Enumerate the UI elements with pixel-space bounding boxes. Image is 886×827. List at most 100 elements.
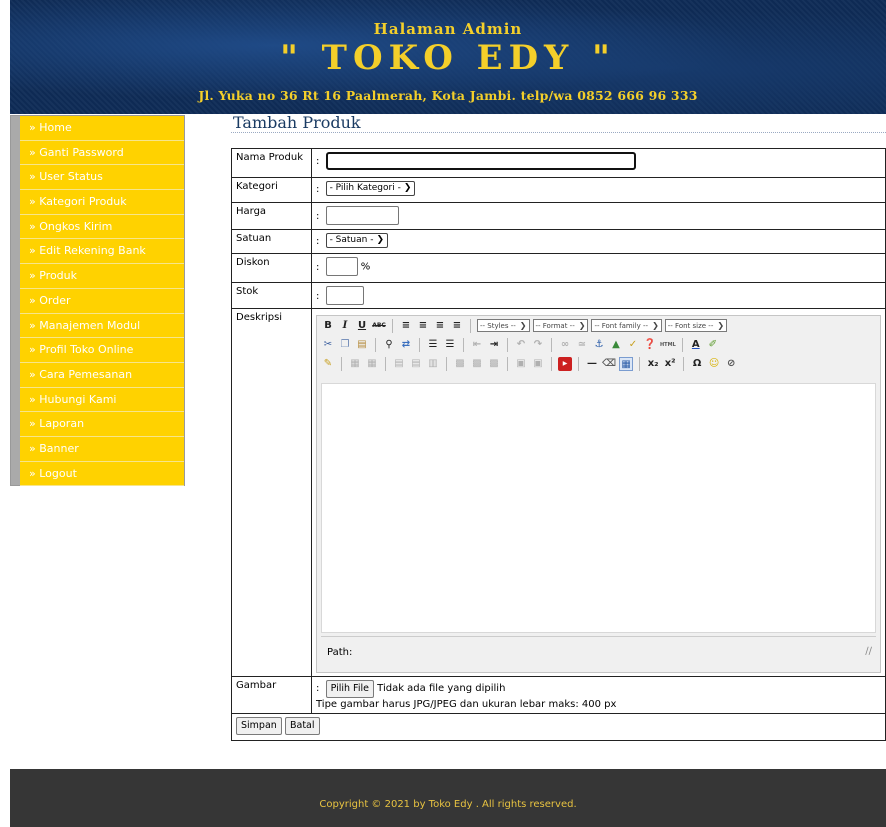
background-color-icon[interactable]: ✐ [706,338,720,352]
editor-text-area[interactable] [321,383,876,633]
file-status: Tidak ada file yang dipilih [377,683,506,694]
subscript-icon[interactable]: x₂ [646,357,660,371]
delete-row-icon[interactable]: ▤ [409,357,423,371]
unlink-icon[interactable]: ≃ [575,338,589,352]
toolbar-separator [683,356,685,371]
template-icon[interactable]: ▣ [531,357,545,371]
sidebar-item-ganti-password[interactable]: » Ganti Password [20,140,184,166]
delete-table-icon[interactable]: ▩ [487,357,501,371]
outdent-icon[interactable]: ⇤ [470,338,484,352]
font-family-dropdown[interactable]: -- Font family -- ❯ [591,319,662,332]
cut-icon[interactable]: ✂ [321,338,335,352]
sidebar-item-manajemen-modul[interactable]: » Manajemen Modul [20,313,184,339]
chevron-down-icon: ❯ [519,321,527,330]
link-icon[interactable]: ∞ [558,338,572,352]
font-size-dropdown-label: -- Font size -- [667,322,714,330]
bullet-list-icon[interactable]: ☰ [426,338,440,352]
toolbar-separator [470,318,471,333]
html-icon[interactable]: HTML [660,338,676,352]
align-right-icon[interactable]: ≡ [433,319,447,333]
sidebar-item-ongkos-kirim[interactable]: » Ongkos Kirim [20,214,184,240]
font-size-dropdown[interactable]: -- Font size -- ❯ [664,319,728,332]
find-icon[interactable]: ⚲ [382,338,396,352]
colon: : [316,156,320,167]
sidebar-item-hubungi-kami[interactable]: » Hubungi Kami [20,387,184,413]
toolbar-separator [551,337,552,352]
text-color-icon[interactable]: A [689,338,703,352]
align-left-icon[interactable]: ≡ [399,319,413,333]
format-dropdown[interactable]: -- Format -- ❯ [532,319,589,332]
sidebar-item-cara-pemesanan[interactable]: » Cara Pemesanan [20,362,184,388]
help-icon[interactable]: ❓ [643,338,657,352]
table-props-icon[interactable]: ▦ [365,357,379,371]
kategori-selected-value: - Pilih Kategori - [329,183,401,193]
header-title: " TOKO EDY " [280,38,616,78]
undo-icon[interactable]: ↶ [514,338,528,352]
header-subtitle: Halaman Admin [373,20,523,38]
nama-produk-input[interactable] [325,152,636,170]
cancel-button[interactable]: Batal [284,717,320,735]
gambar-label: Gambar [231,676,312,714]
diskon-label: Diskon [231,253,312,283]
align-justify-icon[interactable]: ≡ [450,319,464,333]
sidebar-item-order[interactable]: » Order [20,288,184,314]
header-address: Jl. Yuka no 36 Rt 16 Paalmerah, Kota Jam… [198,88,698,103]
flash-icon[interactable]: ⊘ [724,357,738,371]
sidebar-item-edit-rekening-bank[interactable]: » Edit Rekening Bank [20,239,184,265]
sidebar-item-produk[interactable]: » Produk [20,264,184,289]
diskon-input[interactable] [325,257,358,276]
visual-aid-icon[interactable]: ▦ [619,356,634,371]
sidebar-item-user-status[interactable]: » User Status [20,165,184,191]
sidebar-item-laporan[interactable]: » Laporan [20,412,184,437]
superscript-icon[interactable]: x² [663,357,677,371]
insert-row-icon[interactable]: ▤ [392,357,406,371]
strikethrough-button[interactable]: ABC [372,319,386,333]
colon: : [316,261,320,273]
toolbar-separator [392,318,393,333]
site-footer: Copyright © 2021 by Toko Edy . All right… [10,769,886,827]
styles-dropdown-label: -- Styles -- [480,322,516,330]
sidebar-item-logout[interactable]: » Logout [20,461,184,487]
replace-icon[interactable]: ⇄ [399,338,413,352]
horizontal-rule-icon[interactable]: — [585,357,599,371]
emoticon-icon[interactable]: ☺ [707,357,721,371]
bold-button[interactable]: B [321,319,335,333]
anchor-icon[interactable]: ⚓ [592,338,606,352]
indent-icon[interactable]: ⇥ [487,338,501,352]
choose-file-button[interactable]: Pilih File [325,680,374,698]
sidebar-item-banner[interactable]: » Banner [20,436,184,462]
align-center-icon[interactable]: ≡ [416,319,430,333]
save-button[interactable]: Simpan [236,717,282,735]
resize-grip-icon[interactable]: ∕∕ [865,646,872,657]
toolbar-separator [578,356,579,371]
cleanup-icon[interactable]: ✓ [626,338,640,352]
styles-dropdown[interactable]: -- Styles -- ❯ [477,319,530,332]
sidebar: » Home » Ganti Password » User Status » … [10,115,185,487]
insert-col-icon[interactable]: ▥ [426,357,440,371]
toolbar-separator [463,337,464,352]
redo-icon[interactable]: ↷ [531,338,545,352]
stok-input[interactable] [325,286,364,305]
paste-icon[interactable]: ▤ [355,338,369,352]
edit-css-icon[interactable]: ✎ [321,357,335,371]
sidebar-item-home[interactable]: » Home [20,116,184,141]
youtube-icon[interactable]: ▶ [558,356,572,371]
toolbar-separator [639,356,641,371]
copy-icon[interactable]: ❐ [338,338,352,352]
sidebar-item-kategori-produk[interactable]: » Kategori Produk [20,190,184,215]
kategori-select[interactable]: - Pilih Kategori - ❯ [325,181,416,196]
italic-button[interactable]: I [338,319,352,333]
table-icon[interactable]: ▦ [348,357,362,371]
eraser-icon[interactable]: ⌫ [602,357,616,371]
sidebar-item-profil-toko-online[interactable]: » Profil Toko Online [20,338,184,363]
special-char-icon[interactable]: Ω [690,357,704,371]
underline-button[interactable]: U [355,319,369,333]
harga-input[interactable] [325,206,399,225]
numbered-list-icon[interactable]: ☰ [443,338,457,352]
satuan-select[interactable]: - Satuan - ❯ [325,233,389,248]
split-cells-icon[interactable]: ▩ [470,357,484,371]
chevron-down-icon: ❯ [717,321,725,330]
image-icon[interactable]: ▲ [609,338,623,352]
merge-cells-icon[interactable]: ▩ [453,357,467,371]
media-icon[interactable]: ▣ [514,357,528,371]
